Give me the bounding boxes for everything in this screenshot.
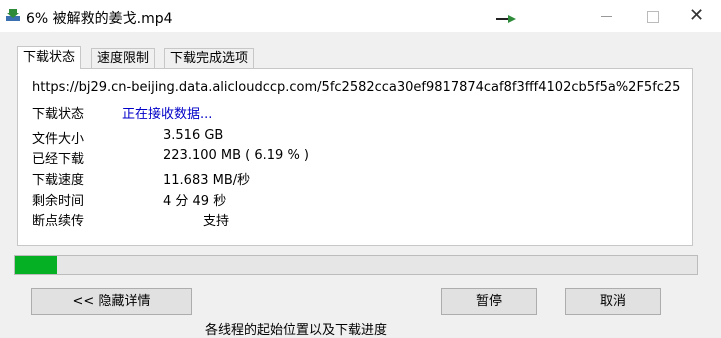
maximize-button[interactable] xyxy=(630,0,676,32)
resume-row: 断点续传 支持 xyxy=(32,210,229,229)
title-bar: 6% 被解救的姜戈.mp4 ✕ xyxy=(0,0,721,32)
file-size-value: 3.516 GB xyxy=(163,128,224,143)
hide-details-button[interactable]: << 隐藏详情 xyxy=(31,288,192,315)
window-title: 6% 被解救的姜戈.mp4 xyxy=(26,11,173,27)
tab-download-status[interactable]: 下载状态 xyxy=(17,46,82,69)
downloaded-label: 已经下载 xyxy=(32,152,85,167)
download-status-panel: https://bj29.cn-beijing.data.alicloudccp… xyxy=(17,68,693,246)
download-url: https://bj29.cn-beijing.data.alicloudccp… xyxy=(32,80,681,95)
file-size-row: 文件大小 3.516 GB xyxy=(32,128,223,147)
minimize-button[interactable] xyxy=(584,0,630,32)
speed-label: 下载速度 xyxy=(32,173,85,188)
close-icon: ✕ xyxy=(689,5,705,26)
status-value: 正在接收数据... xyxy=(122,107,213,122)
cancel-button[interactable]: 取消 xyxy=(565,288,661,315)
progress-arrow-icon xyxy=(496,15,516,23)
threads-progress-caption: 各线程的起始位置以及下载进度 xyxy=(205,323,388,338)
close-button[interactable]: ✕ xyxy=(675,0,721,32)
downloaded-row: 已经下载 223.100 MB ( 6.19 % ) xyxy=(32,148,309,167)
speed-value: 11.683 MB/秒 xyxy=(163,173,251,188)
pause-button[interactable]: 暂停 xyxy=(441,288,537,315)
remaining-row: 剩余时间 4 分 49 秒 xyxy=(32,190,226,209)
maximize-icon xyxy=(647,11,659,23)
progress-fill xyxy=(15,256,58,274)
resume-value: 支持 xyxy=(203,214,230,229)
file-size-label: 文件大小 xyxy=(32,132,85,147)
status-row: 下载状态 正在接收数据... xyxy=(32,103,212,122)
speed-row: 下载速度 11.683 MB/秒 xyxy=(32,169,250,188)
status-label: 下载状态 xyxy=(32,107,85,122)
remaining-value: 4 分 49 秒 xyxy=(163,194,227,209)
minimize-icon xyxy=(601,16,612,17)
remaining-label: 剩余时间 xyxy=(32,194,85,209)
tab-speed-limit[interactable]: 速度限制 xyxy=(91,48,156,68)
idm-app-icon xyxy=(6,9,20,21)
download-progress-bar xyxy=(14,255,698,275)
downloaded-value: 223.100 MB ( 6.19 % ) xyxy=(163,148,309,163)
resume-label: 断点续传 xyxy=(32,214,85,229)
tab-completion-options[interactable]: 下载完成选项 xyxy=(164,48,255,68)
